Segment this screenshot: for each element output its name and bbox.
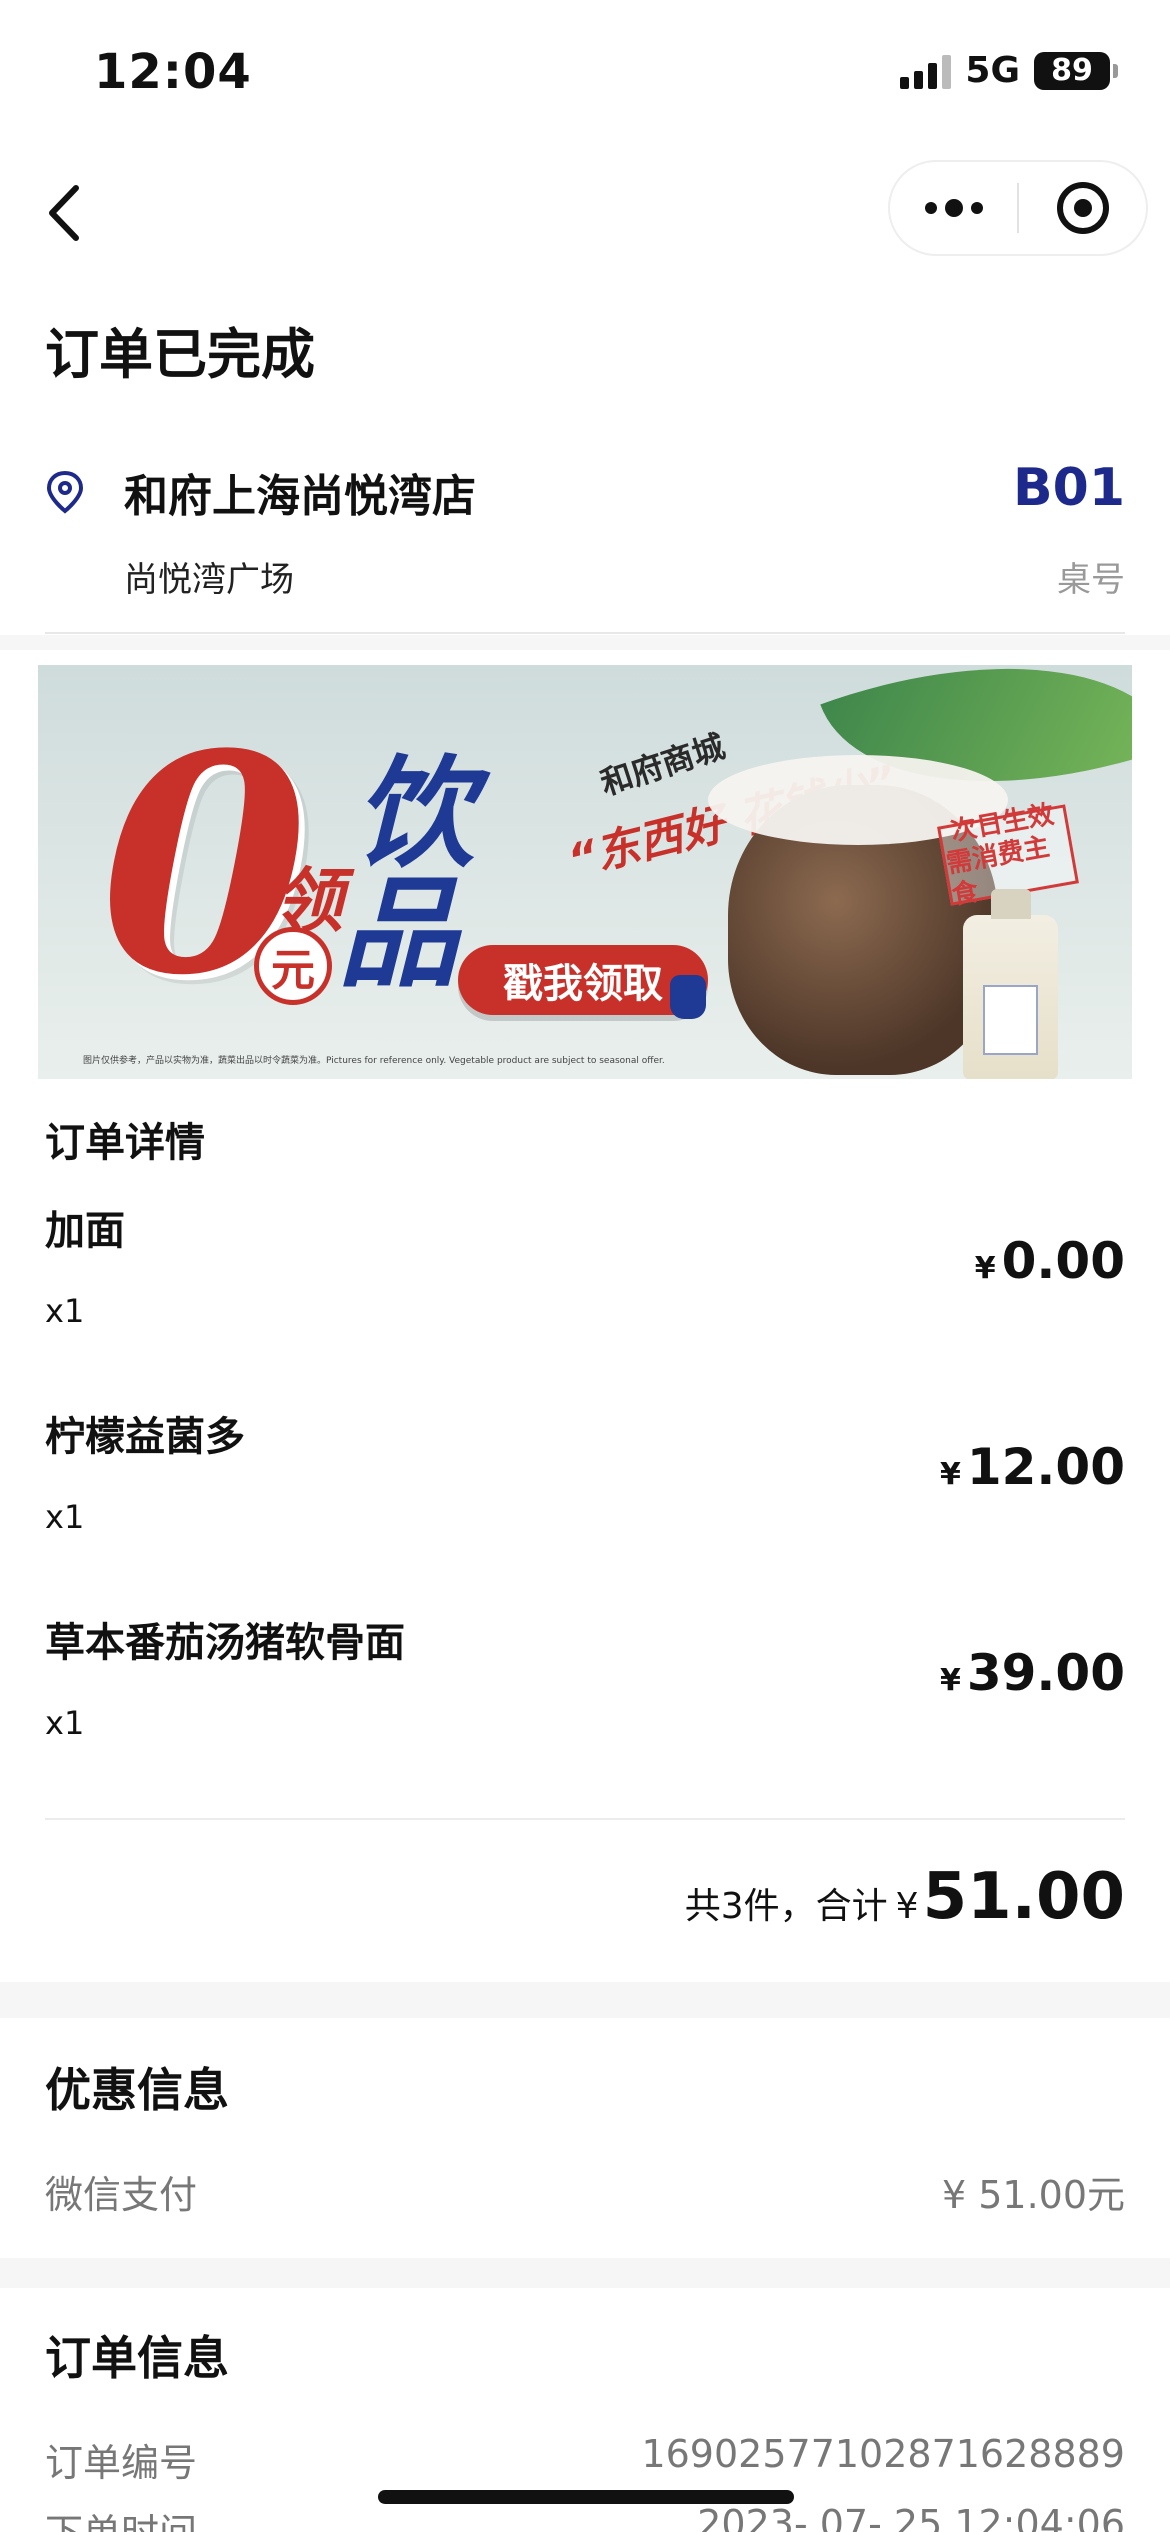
status-time: 12:04 — [94, 44, 252, 100]
currency-symbol: ¥ — [974, 1251, 996, 1286]
item-price: ¥12.00 — [940, 1438, 1125, 1496]
table-label: 桌号 — [1057, 560, 1125, 600]
price-value: 39.00 — [966, 1644, 1125, 1702]
currency-symbol: ¥ — [895, 1886, 919, 1927]
item-qty: x1 — [45, 1498, 85, 1536]
item-name: 草本番茄汤猪软骨面 — [45, 1620, 405, 1666]
currency-symbol: ¥ — [939, 1457, 961, 1492]
store-location: 尚悦湾广场 — [124, 560, 294, 600]
discount-section: 优惠信息 微信支付 ¥ 51.00元 — [0, 2018, 1170, 2258]
page-title: 订单已完成 — [45, 323, 315, 386]
banner-pin: 品 — [338, 865, 458, 1004]
order-time: 2023- 07- 25 12:04:06 — [697, 2502, 1125, 2532]
close-button[interactable] — [1019, 162, 1146, 254]
item-price: ¥39.00 — [940, 1644, 1125, 1702]
banner-yin: 饮 — [354, 745, 474, 884]
promo-banner[interactable]: 0 领 元 饮 品 和府商城 “东西好 花钱少” 次日生效 需消费主食 戳我领取… — [38, 665, 1132, 1079]
chevron-left-icon[interactable] — [40, 178, 100, 248]
network-type: 5G — [965, 50, 1020, 91]
nav-bar — [0, 150, 1170, 280]
status-indicators: 5G 89 — [900, 50, 1118, 91]
location-pin-icon — [46, 470, 84, 514]
price-value: 12.00 — [966, 1438, 1125, 1496]
order-details-title: 订单详情 — [45, 1120, 205, 1166]
item-qty: x1 — [45, 1292, 85, 1330]
divider — [45, 1818, 1125, 1820]
item-price: ¥0.00 — [975, 1232, 1125, 1290]
price-value: 0.00 — [1001, 1232, 1125, 1290]
total-label: 共3件，合计 — [684, 1886, 888, 1927]
banner-yuan: 元 — [254, 927, 332, 1005]
more-dots-icon — [924, 199, 983, 217]
payment-method: 微信支付 — [45, 2173, 198, 2217]
payment-amount: ¥ 51.00元 — [941, 2173, 1125, 2217]
battery-icon: 89 — [1034, 51, 1118, 90]
status-bar: 12:04 5G 89 — [0, 0, 1170, 150]
battery-level: 89 — [1051, 53, 1093, 88]
order-time-label: 下单时间 — [45, 2502, 197, 2532]
pointer-hand-icon — [670, 975, 706, 1019]
order-total: 共3件，合计 ¥ 51.00 — [685, 1860, 1125, 1934]
banner-fineprint: 图片仅供参考，产品以实物为准，蔬菜出品以时令蔬菜为准。Pictures for … — [83, 1056, 665, 1066]
item-name: 柠檬益菌多 — [45, 1414, 245, 1460]
order-details-card: 0 领 元 饮 品 和府商城 “东西好 花钱少” 次日生效 需消费主食 戳我领取… — [0, 650, 1170, 1982]
order-number-label: 订单编号 — [45, 2441, 198, 2485]
item-name: 加面 — [45, 1208, 125, 1254]
order-header: 订单已完成 和府上海尚悦湾店 尚悦湾广场 B01 桌号 — [0, 280, 1170, 635]
more-button[interactable] — [890, 162, 1017, 254]
order-info-title: 订单信息 — [45, 2331, 229, 2385]
bottle-label — [983, 985, 1038, 1055]
home-indicator[interactable] — [378, 2490, 794, 2504]
total-amount: 51.00 — [922, 1860, 1125, 1934]
mini-program-capsule — [888, 160, 1148, 256]
store-name[interactable]: 和府上海尚悦湾店 — [124, 460, 476, 524]
table-number: B01 — [1013, 458, 1125, 518]
order-number[interactable]: 16902577102871628889 — [641, 2432, 1125, 2476]
signal-icon — [900, 53, 952, 89]
item-qty: x1 — [45, 1704, 85, 1742]
target-circle-icon — [1056, 182, 1109, 234]
discount-title: 优惠信息 — [45, 2063, 229, 2117]
divider — [45, 632, 1125, 634]
currency-symbol: ¥ — [939, 1663, 961, 1698]
